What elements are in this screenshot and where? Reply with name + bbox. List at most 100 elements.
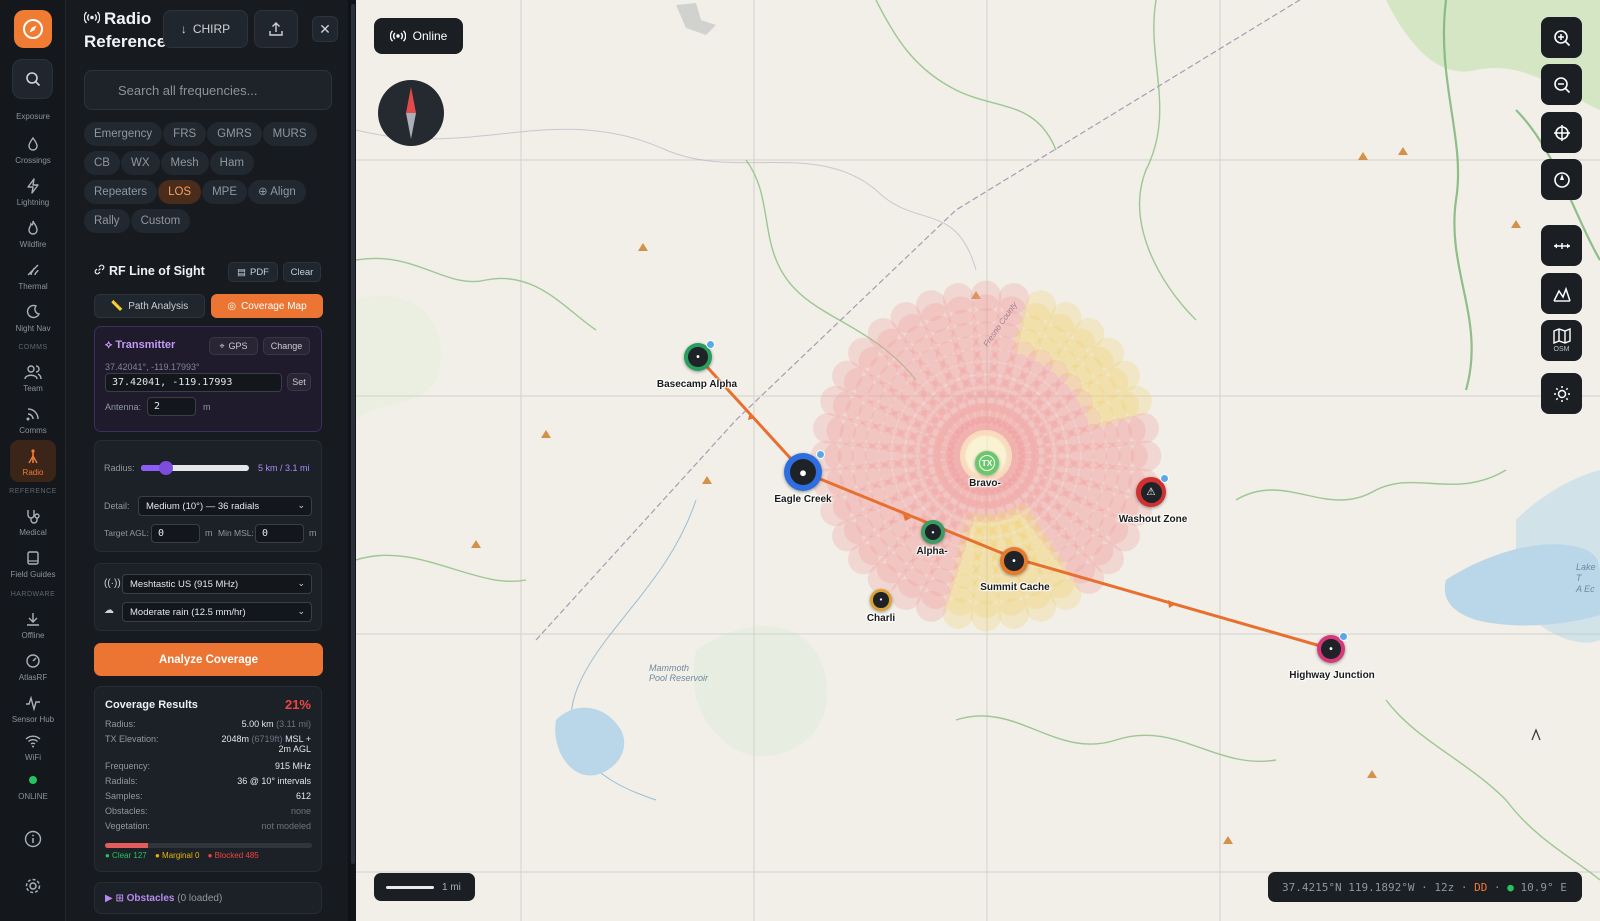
- gauge-icon: [26, 654, 40, 668]
- chip-los[interactable]: LOS: [158, 180, 202, 204]
- coverage-sample: [998, 598, 1030, 629]
- coord-format-toggle[interactable]: DD: [1474, 881, 1487, 894]
- slider-knob[interactable]: [158, 461, 173, 475]
- status-dot-icon: [29, 776, 37, 784]
- set-coords-button[interactable]: Set: [287, 373, 311, 391]
- chip-frs[interactable]: FRS: [163, 122, 207, 146]
- close-panel-button[interactable]: ✕: [312, 16, 338, 42]
- rail-item-wifi[interactable]: WiFi: [0, 731, 66, 762]
- waypoint-eagle-creek[interactable]: ●: [784, 450, 825, 491]
- rail-item-team[interactable]: Team: [0, 362, 66, 393]
- weather-select[interactable]: Moderate rain (12.5 mm/hr) ⌄: [122, 602, 312, 622]
- rail-item-crossings[interactable]: Crossings: [0, 134, 66, 165]
- coverage-legend: ● Clear 127 ● Marginal 0 ● Blocked 485: [105, 851, 265, 860]
- chip-ham[interactable]: Ham: [209, 151, 254, 175]
- zoom-in-button[interactable]: [1541, 17, 1582, 58]
- ruler-icon: 📏: [110, 300, 124, 312]
- lake-label: Lake TA Ec: [1576, 562, 1596, 594]
- chip-mesh[interactable]: Mesh: [160, 151, 209, 175]
- rail-item-exposure[interactable]: Exposure: [0, 110, 66, 121]
- detail-label: Detail:: [104, 501, 130, 511]
- measure-button[interactable]: [1541, 225, 1582, 266]
- chip-mpe[interactable]: MPE: [202, 180, 247, 204]
- gps-button[interactable]: ⌖ GPS: [209, 337, 258, 355]
- waypoint-label: Basecamp Alpha: [656, 379, 738, 390]
- share-button[interactable]: [254, 10, 298, 48]
- min-msl-input[interactable]: 0: [255, 524, 304, 543]
- rail-settings-button[interactable]: [0, 876, 66, 896]
- chip-custom[interactable]: Custom: [130, 209, 191, 233]
- waypoint-alpha[interactable]: •: [921, 520, 945, 544]
- waypoint-label: Highway Junction: [1289, 670, 1375, 681]
- chip-wx[interactable]: WX: [120, 151, 160, 175]
- chevron-down-icon: ⌄: [297, 578, 305, 588]
- pulse-icon: [26, 695, 40, 711]
- compass-button[interactable]: [378, 80, 444, 146]
- chirp-export-button[interactable]: ↓ CHIRP: [163, 10, 248, 48]
- device-settings-card: ((·)) Meshtastic US (915 MHz) ⌄ ☁ Modera…: [94, 563, 322, 631]
- rail-item-field-guides[interactable]: Field Guides: [0, 548, 66, 579]
- download-icon: [27, 613, 39, 626]
- map-canvas[interactable]: Mammoth Pool Reservoir Fresno County Lake…: [356, 0, 1600, 921]
- tab-coverage-map[interactable]: ◎ Coverage Map: [211, 294, 323, 318]
- rail-item-night-nav[interactable]: Night Nav: [0, 302, 66, 333]
- waypoint-bravo[interactable]: TX: [975, 451, 999, 475]
- app-logo-compass-icon[interactable]: [14, 10, 52, 48]
- left-rail: Exposure Crossings Lightning Wildfire Th…: [0, 0, 66, 921]
- waypoint-charli[interactable]: •: [870, 589, 892, 611]
- signal-icon: [26, 408, 39, 421]
- rail-item-comms[interactable]: Comms: [0, 404, 66, 435]
- frequency-search-input[interactable]: Search all frequencies...: [84, 70, 332, 110]
- rail-item-atlasrf[interactable]: AtlasRF: [0, 651, 66, 682]
- theme-toggle-button[interactable]: [1541, 373, 1582, 414]
- waypoint-basecamp-alpha[interactable]: •: [684, 340, 715, 371]
- rail-item-thermal[interactable]: Thermal: [0, 260, 66, 291]
- obstacles-section[interactable]: ▶ ⊞ Obstacles (0 loaded): [94, 882, 322, 914]
- document-icon: ▤: [237, 266, 246, 278]
- rail-item-radio[interactable]: Radio: [0, 440, 66, 482]
- compass-icon: [1553, 171, 1570, 188]
- chip-align[interactable]: ⊕ Align: [248, 180, 306, 204]
- north-up-button[interactable]: [1541, 159, 1582, 200]
- radius-slider[interactable]: [141, 461, 249, 475]
- coordinate-readout[interactable]: 37.4215°N 119.1892°W · 12z · DD · ● 10.9…: [1268, 872, 1582, 902]
- chip-repeaters[interactable]: Repeaters: [84, 180, 158, 204]
- rail-item-wildfire[interactable]: Wildfire: [0, 218, 66, 249]
- clear-los-button[interactable]: Clear: [283, 262, 321, 282]
- rail-item-offline[interactable]: Offline: [0, 609, 66, 640]
- zoom-out-button[interactable]: [1541, 64, 1582, 105]
- change-transmitter-button[interactable]: Change: [263, 337, 310, 355]
- antenna-height-input[interactable]: 2: [147, 397, 196, 416]
- coverage-sample: [1130, 440, 1162, 472]
- transmitter-coords-input[interactable]: 37.42041, -119.17993: [105, 373, 282, 392]
- target-agl-input[interactable]: 0: [151, 524, 200, 543]
- map-icon: [1552, 328, 1571, 344]
- analyze-coverage-button[interactable]: Analyze Coverage: [94, 643, 323, 676]
- waypoint-highway-junction[interactable]: •: [1317, 632, 1348, 663]
- online-status-badge[interactable]: Online: [374, 18, 463, 54]
- rail-item-sensor-hub[interactable]: Sensor Hub: [0, 693, 66, 724]
- waypoint-washout-zone[interactable]: ⚠: [1136, 474, 1169, 507]
- detail-select[interactable]: Medium (10°) — 36 radials ⌄: [138, 496, 312, 516]
- rail-section-comms: COMMS: [18, 344, 48, 351]
- waypoint-summit-cache[interactable]: •: [1000, 547, 1028, 575]
- rail-search-button[interactable]: [12, 59, 53, 99]
- basemap-osm-button[interactable]: OSM: [1541, 320, 1582, 361]
- rail-info-button[interactable]: [0, 829, 66, 849]
- chip-rally[interactable]: Rally: [84, 209, 130, 233]
- rail-item-lightning[interactable]: Lightning: [0, 176, 66, 207]
- coverage-icon: ◎: [227, 300, 237, 312]
- rail-item-medical[interactable]: Medical: [0, 506, 66, 537]
- locate-button[interactable]: [1541, 112, 1582, 153]
- elevation-profile-button[interactable]: [1541, 273, 1582, 314]
- tab-path-analysis[interactable]: 📏 Path Analysis: [94, 294, 205, 318]
- waypoint-label: Alpha-: [916, 546, 948, 557]
- chip-emergency[interactable]: Emergency: [84, 122, 163, 146]
- export-pdf-button[interactable]: ▤ PDF: [228, 262, 278, 282]
- chip-murs[interactable]: MURS: [262, 122, 317, 146]
- result-row-frequency: Frequency: 915 MHz: [105, 761, 311, 771]
- transmitter-card: ⟡ Transmitter ⌖ GPS Change 37.42041°, -1…: [94, 326, 322, 432]
- chip-cb[interactable]: CB: [84, 151, 120, 175]
- radio-profile-select[interactable]: Meshtastic US (915 MHz) ⌄: [122, 574, 312, 594]
- chip-gmrs[interactable]: GMRS: [207, 122, 262, 146]
